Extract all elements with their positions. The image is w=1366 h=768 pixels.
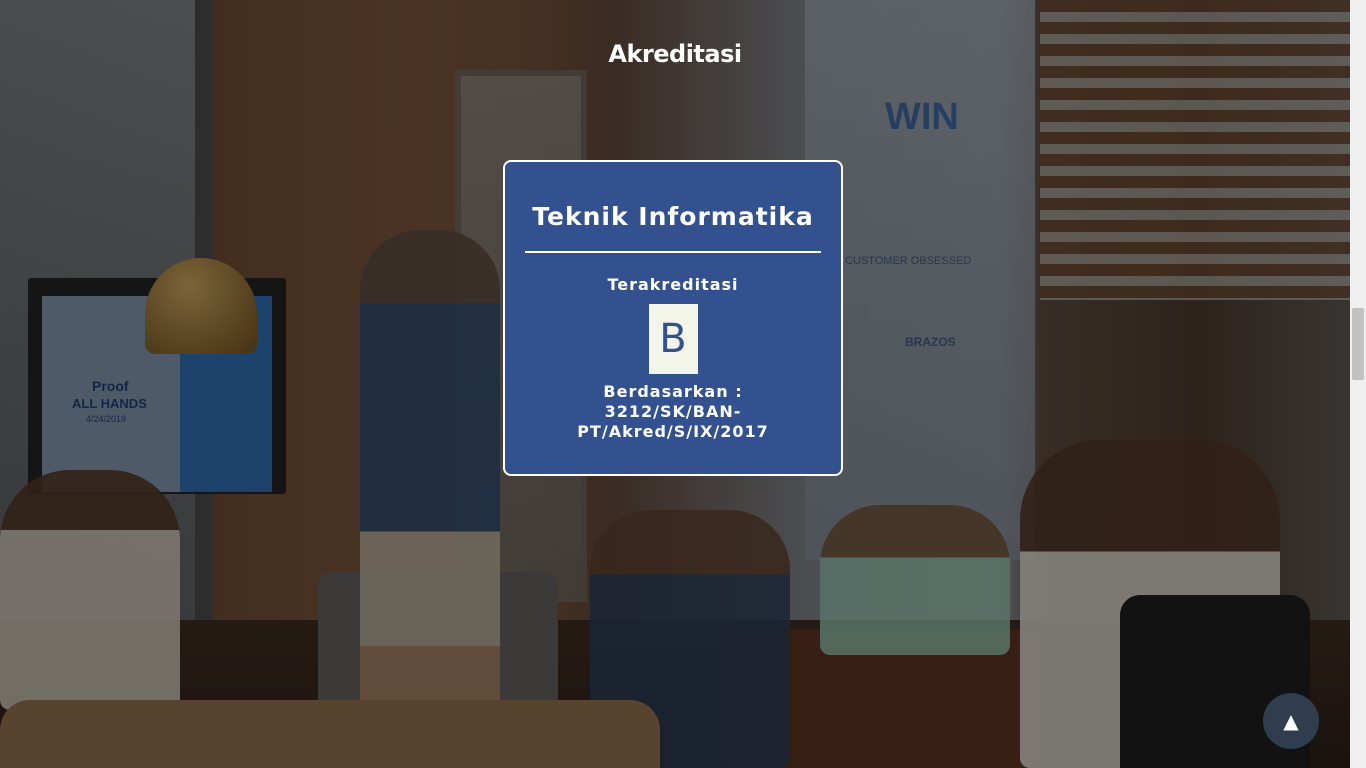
- accreditation-grade: B: [648, 304, 698, 374]
- basis-decree-line2: PT/Akred/S/IX/2017: [577, 422, 769, 441]
- card-divider: [525, 251, 821, 253]
- accreditation-card: Teknik Informatika Terakreditasi B Berda…: [503, 160, 843, 476]
- program-name: Teknik Informatika: [532, 202, 814, 231]
- accreditation-basis: Berdasarkan : 3212/SK/BAN- PT/Akred/S/IX…: [505, 382, 841, 442]
- section-title: Akreditasi: [608, 40, 742, 68]
- back-to-top-button[interactable]: ▲: [1263, 693, 1319, 749]
- page-scrollbar[interactable]: [1350, 0, 1366, 768]
- accreditation-status: Terakreditasi: [607, 275, 739, 294]
- scrollbar-thumb[interactable]: [1352, 308, 1364, 380]
- basis-decree-line1: 3212/SK/BAN-: [604, 402, 742, 421]
- basis-label: Berdasarkan :: [603, 382, 743, 401]
- arrow-up-icon: ▲: [1283, 709, 1299, 733]
